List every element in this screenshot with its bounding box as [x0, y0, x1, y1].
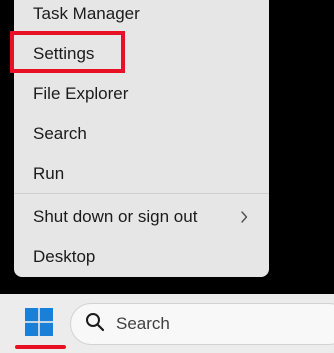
menu-item-shut-down-or-sign-out[interactable]: Shut down or sign out — [14, 199, 269, 235]
search-placeholder: Search — [116, 314, 170, 333]
taskbar-search-box[interactable]: Search — [70, 303, 334, 345]
menu-item-label: Desktop — [33, 247, 96, 266]
search-icon — [85, 312, 105, 337]
menu-item-run[interactable]: Run — [14, 156, 269, 192]
menu-item-label: Shut down or sign out — [33, 207, 198, 226]
menu-item-label: Search — [33, 124, 87, 143]
menu-item-file-explorer[interactable]: File Explorer — [14, 76, 269, 112]
menu-item-task-manager[interactable]: Task Manager — [14, 0, 269, 32]
menu-item-label: Task Manager — [33, 4, 140, 23]
power-user-menu: Task Manager Settings File Explorer Sear… — [14, 0, 269, 277]
start-button[interactable] — [14, 302, 64, 346]
menu-divider — [14, 193, 269, 194]
start-highlight-annotation — [15, 345, 66, 349]
menu-item-label: File Explorer — [33, 84, 129, 103]
menu-item-label: Run — [33, 164, 65, 183]
menu-item-label: Settings — [33, 44, 95, 63]
windows-logo-icon — [25, 307, 53, 341]
menu-item-settings[interactable]: Settings — [14, 36, 269, 72]
menu-item-search[interactable]: Search — [14, 116, 269, 152]
taskbar: Search — [0, 294, 334, 353]
chevron-right-icon — [239, 210, 249, 224]
menu-item-desktop[interactable]: Desktop — [14, 239, 269, 275]
